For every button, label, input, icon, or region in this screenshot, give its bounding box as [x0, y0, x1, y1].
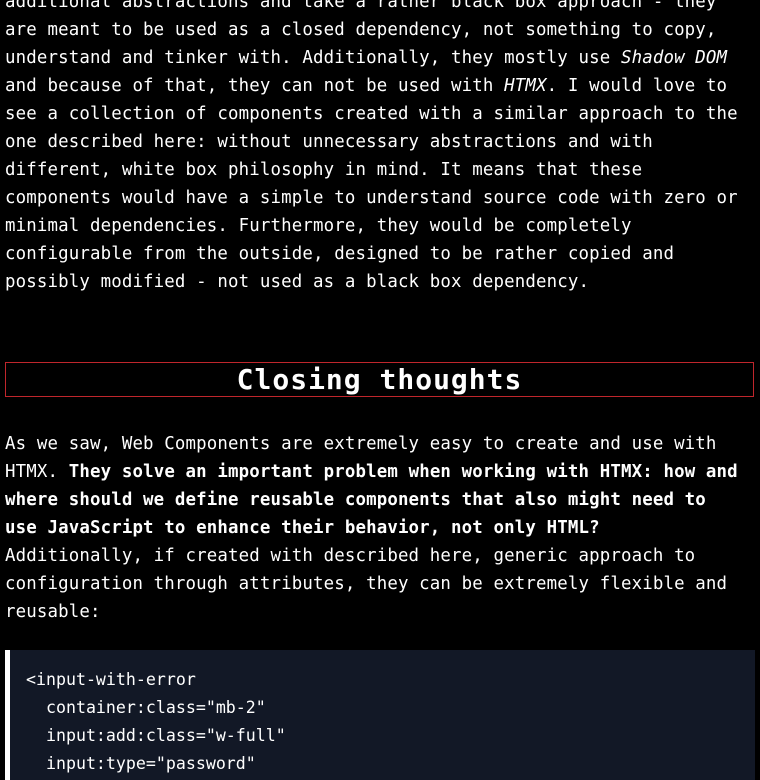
text-line: As we saw, Web Components are extremely … [5, 434, 717, 454]
strong-text: use JavaScript to enhance their behavior… [5, 518, 600, 538]
text-line: see a collection of components created w… [5, 104, 738, 124]
text-line: Additionally, if created with described … [5, 546, 696, 566]
text-line: where should we define reusable componen… [5, 486, 755, 514]
code-line: input:type="password" [26, 754, 256, 773]
text-line: HTMX. They solve an important problem wh… [5, 462, 738, 482]
code-block: <input-with-error container:class="mb-2"… [5, 650, 755, 780]
code-line: input:add:class="w-full" [26, 726, 286, 745]
paragraph-closing-thoughts: As we saw, Web Components are extremely … [5, 430, 755, 626]
text-line: minimal dependencies. Furthermore, they … [5, 216, 632, 236]
text-line: use JavaScript to enhance their behavior… [5, 514, 755, 542]
text-line: components would have a simple to unders… [5, 188, 738, 208]
text-line: understand and tinker with. Additionally… [5, 48, 728, 68]
code-line: <input-with-error [26, 670, 196, 689]
text-line: are meant to be used as a closed depende… [5, 20, 717, 40]
strong-text: They solve an important problem when wor… [68, 462, 738, 482]
article-body: additional abstractions and take a rathe… [5, 0, 755, 296]
strong-text: where should we define reusable componen… [5, 490, 706, 510]
text-line: and because of that, they can not be use… [5, 76, 728, 96]
emphasis-htmx: HTMX [504, 76, 547, 96]
paragraph-components-philosophy: additional abstractions and take a rathe… [5, 0, 755, 296]
text-line: configuration through attributes, they c… [5, 574, 728, 594]
code-line: container:class="mb-2" [26, 698, 266, 717]
text-line: configurable from the outside, designed … [5, 244, 675, 264]
emphasis-shadow-dom: Shadow DOM [620, 48, 728, 68]
text-line: possibly modified - not used as a black … [5, 272, 590, 292]
closing-paragraph-container: As we saw, Web Components are extremely … [5, 430, 755, 626]
text-line: different, white box philosophy in mind.… [5, 160, 643, 180]
text-line: additional abstractions and take a rathe… [5, 0, 717, 12]
text-line: one described here: without unnecessary … [5, 132, 653, 152]
section-heading-box: Closing thoughts [5, 362, 754, 397]
section-heading: Closing thoughts [236, 363, 523, 396]
text-line: reusable: [5, 602, 101, 622]
